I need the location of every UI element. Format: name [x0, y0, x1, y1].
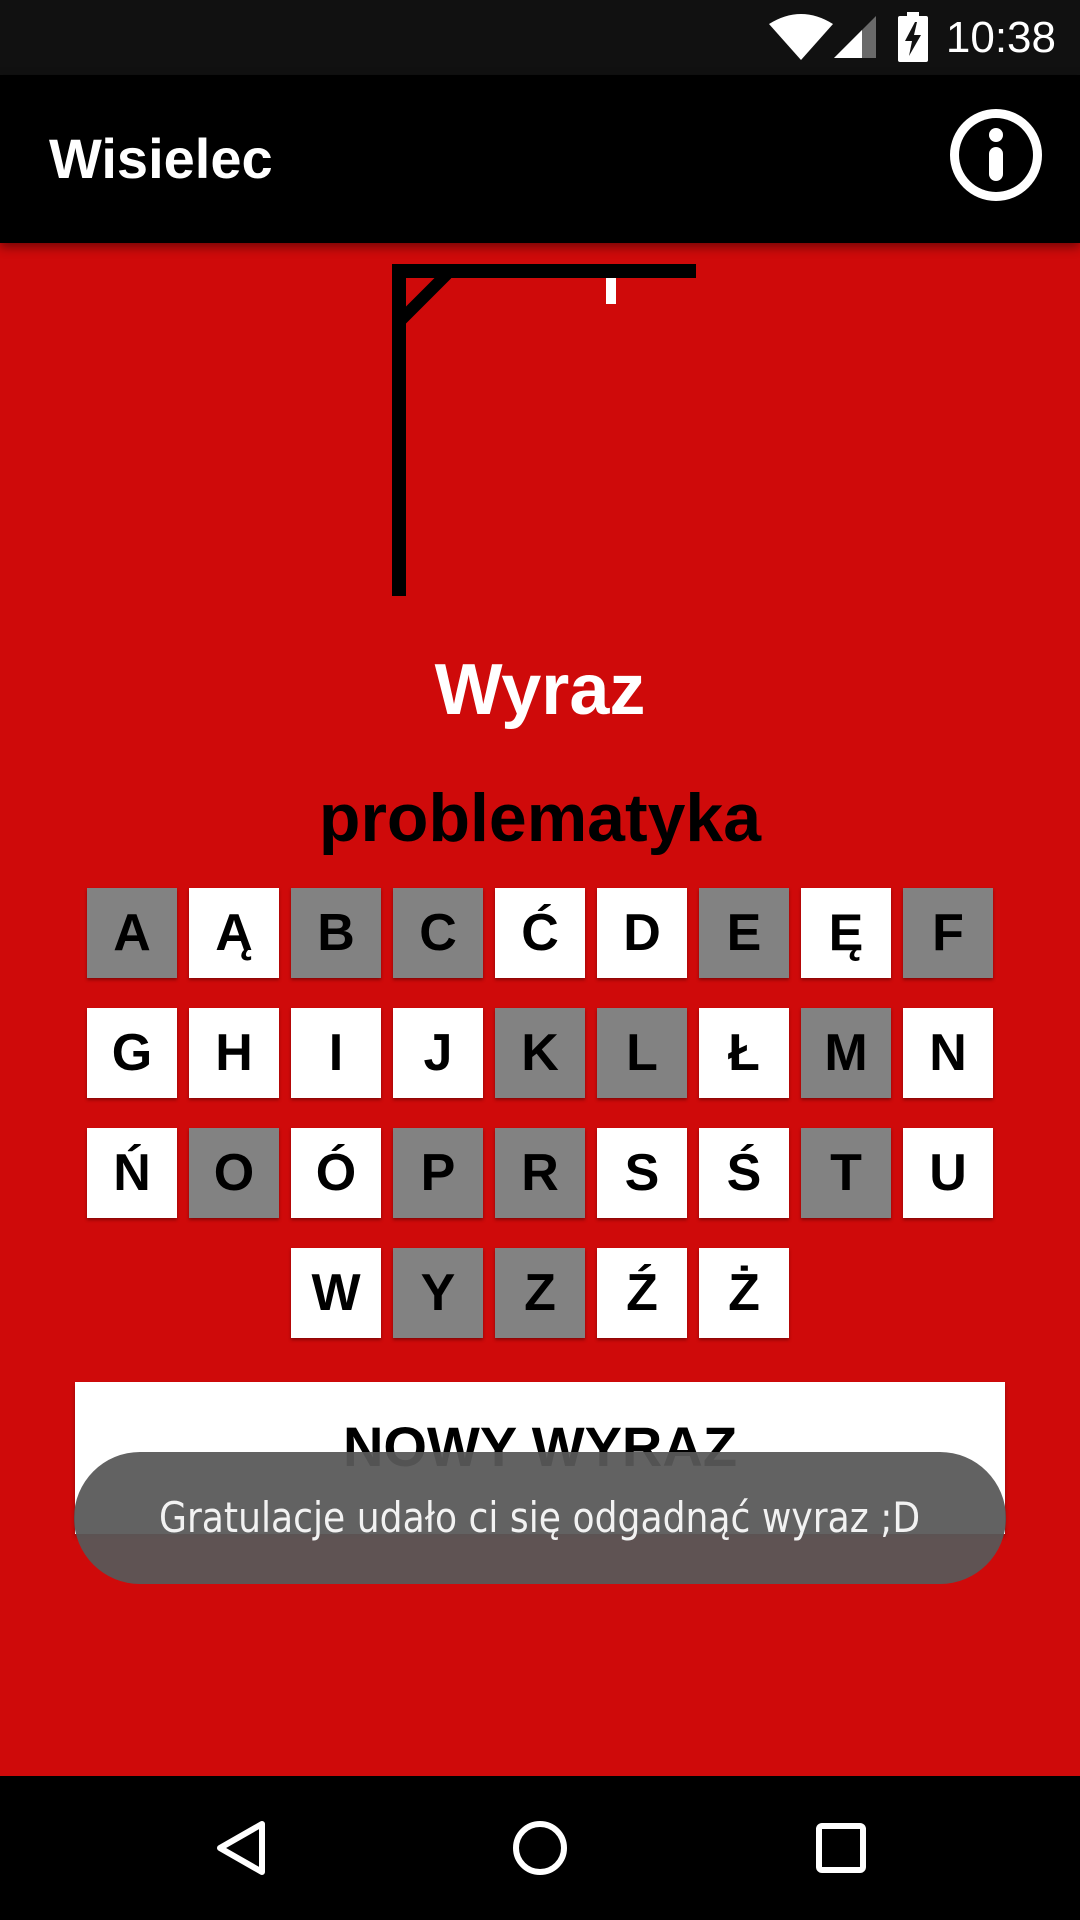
home-button[interactable] — [490, 1798, 590, 1898]
gallows-brace — [394, 269, 452, 327]
info-button[interactable] — [946, 105, 1046, 205]
status-time: 10:38 — [945, 13, 1056, 62]
letter-key[interactable]: H — [189, 1008, 279, 1098]
letter-key[interactable]: Ź — [597, 1248, 687, 1338]
app-title: Wisielec — [49, 127, 273, 190]
letter-key[interactable]: G — [87, 1008, 177, 1098]
letter-key[interactable]: Ł — [699, 1008, 789, 1098]
app-bar: Wisielec — [0, 75, 1080, 243]
letter-key[interactable]: Ś — [699, 1128, 789, 1218]
letter-key[interactable]: B — [291, 888, 381, 978]
navigation-bar — [0, 1776, 1080, 1920]
letter-key[interactable]: Y — [393, 1248, 483, 1338]
cell-signal-icon — [834, 16, 876, 58]
info-icon — [950, 109, 1042, 201]
letter-key[interactable]: Ą — [189, 888, 279, 978]
letter-key[interactable]: D — [597, 888, 687, 978]
letter-key[interactable]: C — [393, 888, 483, 978]
letter-key[interactable]: Ć — [495, 888, 585, 978]
toast-text: Gratulacje udało ci się odgadnąć wyraz ;… — [159, 1493, 921, 1542]
letter-key[interactable]: Z — [495, 1248, 585, 1338]
home-icon — [513, 1821, 567, 1875]
letter-key[interactable]: O — [189, 1128, 279, 1218]
letter-key[interactable]: R — [495, 1128, 585, 1218]
letter-key[interactable]: M — [801, 1008, 891, 1098]
recents-icon — [816, 1823, 866, 1873]
letter-key[interactable]: E — [699, 888, 789, 978]
letter-key[interactable]: Ó — [291, 1128, 381, 1218]
back-button[interactable] — [190, 1798, 290, 1898]
gallows-drawing — [392, 264, 696, 596]
guessed-word: problematyka — [318, 780, 762, 856]
letter-key[interactable]: Ę — [801, 888, 891, 978]
letter-key[interactable]: S — [597, 1128, 687, 1218]
status-bar: 10:38 — [0, 0, 1080, 75]
letter-key[interactable]: F — [903, 888, 993, 978]
letter-key[interactable]: J — [393, 1008, 483, 1098]
letter-key[interactable]: I — [291, 1008, 381, 1098]
toast-message: Gratulacje udało ci się odgadnąć wyraz ;… — [74, 1452, 1006, 1584]
letter-key[interactable]: P — [393, 1128, 483, 1218]
letter-key[interactable]: K — [495, 1008, 585, 1098]
letter-key[interactable]: T — [801, 1128, 891, 1218]
wifi-icon — [769, 14, 833, 60]
letter-key[interactable]: Ń — [87, 1128, 177, 1218]
letter-key[interactable]: N — [903, 1008, 993, 1098]
battery-charging-icon — [898, 12, 928, 62]
gallows-rope — [606, 278, 616, 304]
letter-key[interactable]: L — [597, 1008, 687, 1098]
back-icon — [217, 1821, 265, 1875]
letter-key[interactable]: W — [291, 1248, 381, 1338]
letter-key[interactable]: A — [87, 888, 177, 978]
recents-button[interactable] — [790, 1798, 890, 1898]
letter-key[interactable]: Ż — [699, 1248, 789, 1338]
letter-key[interactable]: U — [903, 1128, 993, 1218]
word-heading: Wyraz — [434, 650, 646, 730]
app-screen: 10:38 Wisielec Wyraz problematyka AĄBCĆD… — [0, 0, 1080, 1920]
